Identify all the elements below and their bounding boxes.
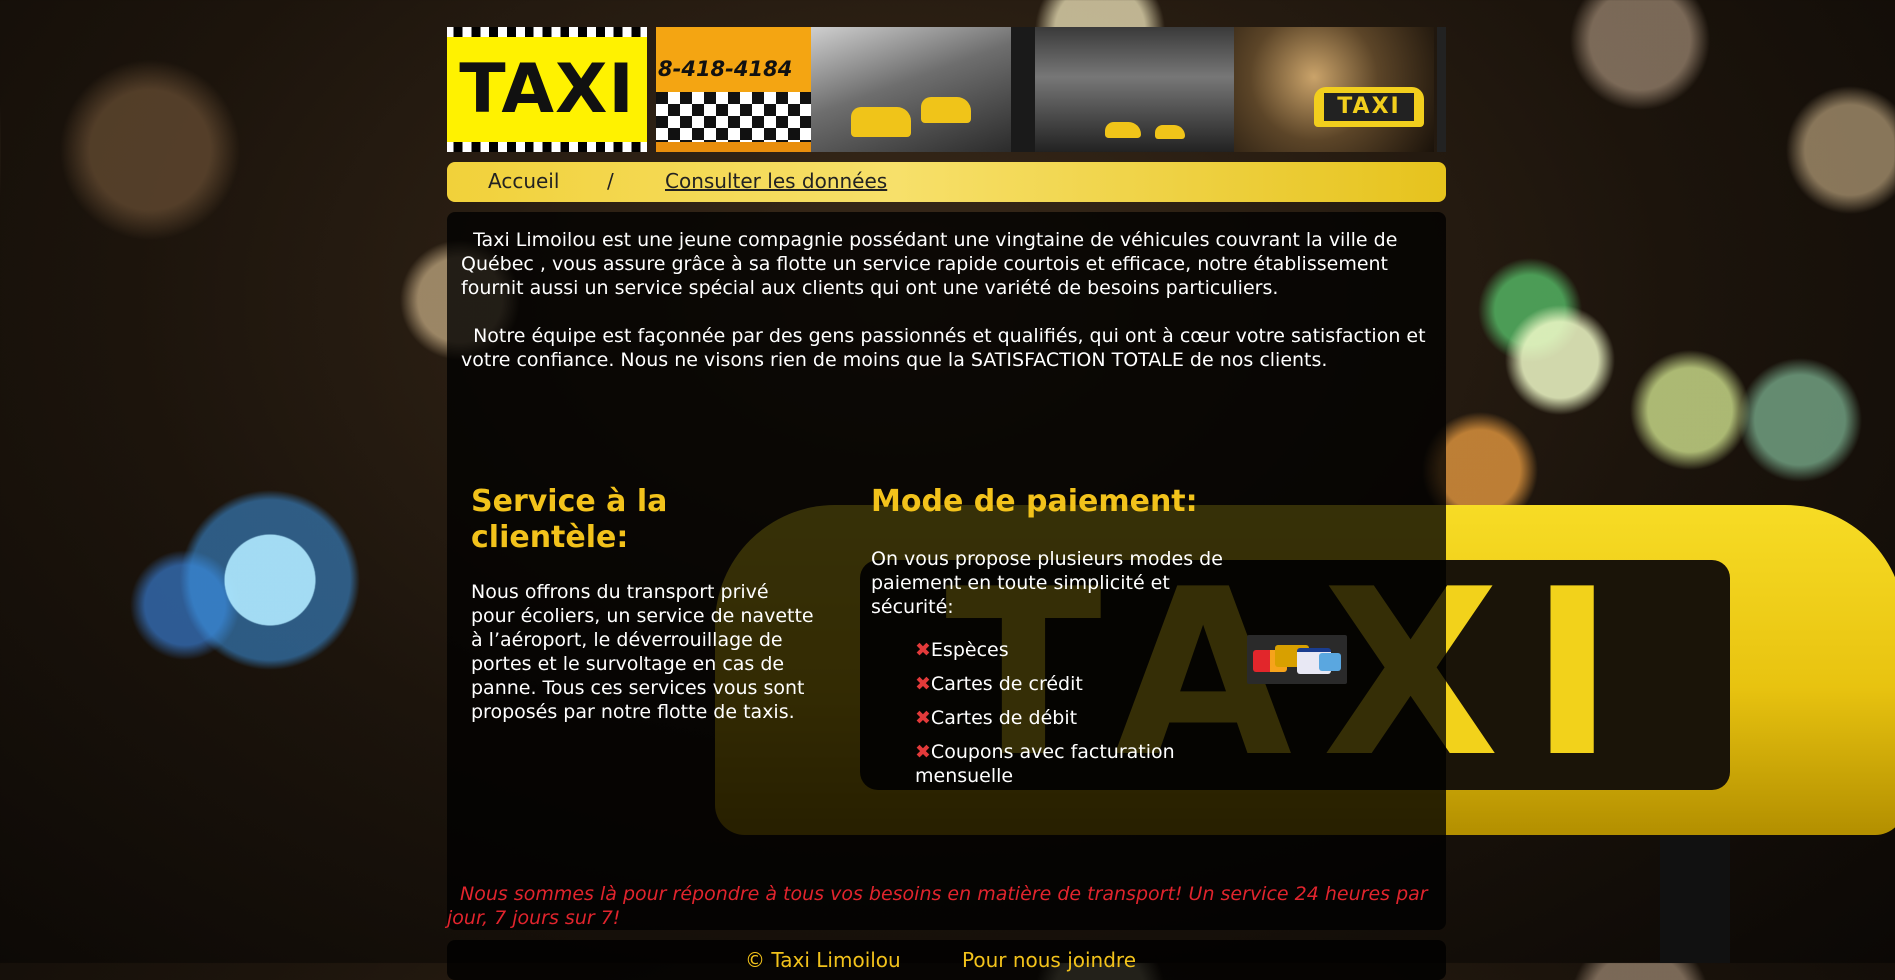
background-sign-pole: [1660, 835, 1730, 963]
cab-shape: [1155, 125, 1185, 139]
cab-shape: [1105, 122, 1141, 138]
intro-paragraph-2: Notre équipe est façonnée par des gens p…: [461, 324, 1436, 372]
service-description: Nous offrons du transport privé pour éco…: [471, 581, 814, 723]
checkered-pattern: [656, 92, 811, 142]
roof-sign-text: TAXI: [1324, 93, 1414, 121]
footer: © Taxi Limoilou Pour nous joindre: [447, 940, 1446, 980]
footer-contact-link[interactable]: Pour nous joindre: [962, 948, 1136, 972]
payment-item-label: Cartes de crédit: [930, 673, 1083, 695]
credit-cards-icon: [1247, 635, 1347, 684]
intro-section: Taxi Limoilou est une jeune compagnie po…: [461, 228, 1436, 396]
phone-banner: 8-418-4184: [656, 27, 811, 152]
nav-link-home[interactable]: Accueil: [488, 162, 559, 200]
list-item: ✖Cartes de débit: [915, 706, 1235, 730]
cab-shape: [921, 97, 971, 123]
intro-text-1: Taxi Limoilou est une jeune compagnie po…: [461, 229, 1398, 299]
payment-item-label: Coupons avec facturation mensuelle: [915, 741, 1175, 787]
bullet-x-icon: ✖: [915, 741, 931, 763]
banner-photo-taxi-sign: TAXI: [1234, 27, 1434, 152]
orange-strip: [656, 142, 811, 152]
service-heading: Service à la clientèle:: [471, 484, 668, 555]
roof-sign: TAXI: [1314, 87, 1424, 127]
list-item: ✖Coupons avec facturation mensuelle: [915, 740, 1235, 788]
payment-item-label: Espèces: [930, 639, 1009, 661]
nav-separator: /: [607, 169, 614, 193]
cab-shape: [851, 107, 911, 137]
banner-edge: [1437, 27, 1446, 152]
payment-description: On vous propose plusieurs modes de paiem…: [871, 548, 1223, 618]
banner-photo-street-cabs: [811, 27, 1011, 152]
payment-heading: Mode de paiement:: [871, 484, 1198, 519]
header-banner: TAXI 8-418-4184 TAXI: [447, 27, 1446, 152]
bullet-x-icon: ✖: [915, 707, 931, 729]
taxi-logo: TAXI: [447, 27, 647, 152]
list-item: ✖Cartes de crédit: [915, 672, 1235, 696]
bullet-x-icon: ✖: [915, 673, 931, 695]
payment-item-label: Cartes de débit: [930, 707, 1078, 729]
list-item: ✖Espèces: [915, 638, 1235, 662]
banner-photo-times-square: [1035, 27, 1234, 152]
nav-link-consult-data[interactable]: Consulter les données: [665, 162, 887, 200]
motto-string: Nous sommes là pour répondre à tous vos …: [447, 883, 1428, 929]
main-content: Taxi Limoilou est une jeune compagnie po…: [447, 212, 1446, 930]
bullet-x-icon: ✖: [915, 639, 931, 661]
intro-paragraph-1: Taxi Limoilou est une jeune compagnie po…: [461, 228, 1436, 300]
amex-icon: [1319, 653, 1341, 671]
taxi-logo-text: TAXI: [459, 50, 635, 129]
motto-text: Nous sommes là pour répondre à tous vos …: [447, 882, 1446, 930]
intro-text-2: Notre équipe est façonnée par des gens p…: [461, 325, 1426, 371]
payment-methods-list: ✖Espèces ✖Cartes de crédit ✖Cartes de dé…: [915, 638, 1235, 798]
phone-number: 8-418-4184: [658, 57, 793, 81]
banner-divider: [1011, 27, 1035, 152]
navigation-bar: Accueil / Consulter les données: [447, 162, 1446, 202]
footer-copyright: © Taxi Limoilou: [745, 948, 901, 972]
